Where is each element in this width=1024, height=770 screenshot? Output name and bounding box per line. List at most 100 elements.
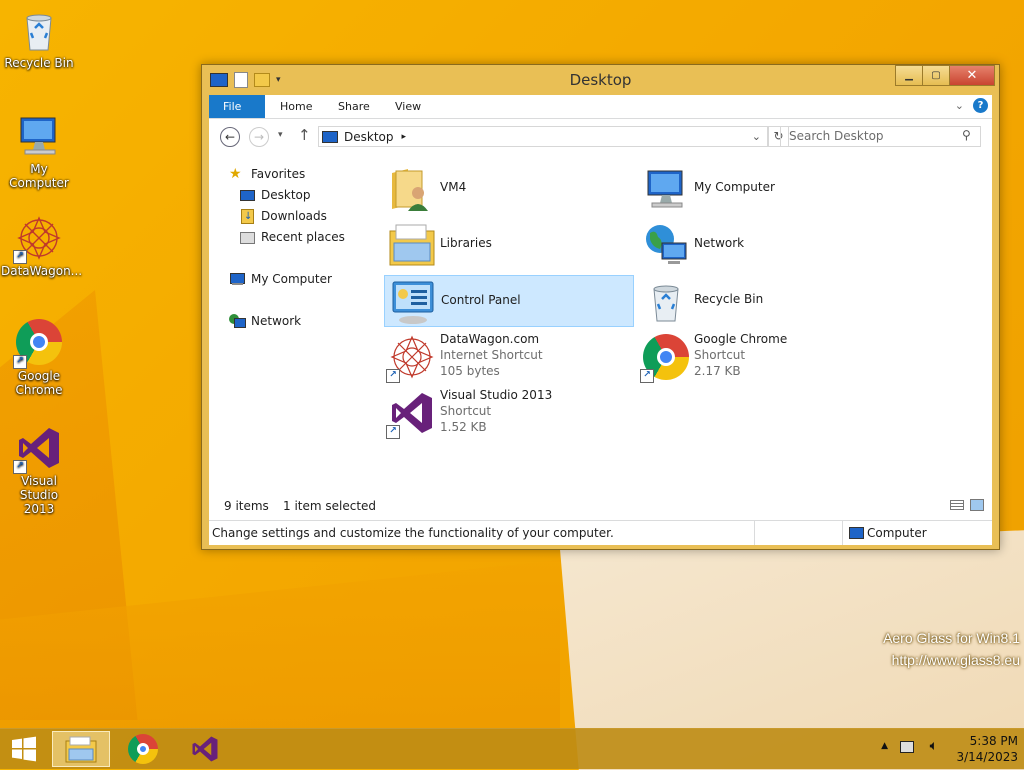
address-bar[interactable]: Desktop ▸ ⌄: [318, 126, 768, 147]
nav-network[interactable]: Network: [229, 314, 301, 328]
close-button[interactable]: ✕: [949, 65, 995, 86]
chrome-icon: ↗: [640, 333, 690, 383]
item-name: My Computer: [694, 180, 775, 194]
nav-label: Desktop: [261, 188, 311, 202]
selection-count: 1 item selected: [283, 499, 377, 513]
taskbar-chrome[interactable]: [114, 731, 172, 767]
list-item-libraries[interactable]: Libraries: [384, 219, 634, 271]
shortcut-arrow-icon: ↗: [386, 425, 400, 439]
user-folder-icon: [388, 165, 436, 213]
recent-locations-icon[interactable]: ▾: [278, 130, 283, 140]
nav-label: Network: [251, 314, 302, 328]
item-size: 1.52 KB: [440, 420, 487, 434]
window-title: Desktop: [569, 71, 632, 89]
list-item-datawagon[interactable]: ↗ DataWagon.com Internet Shortcut 105 by…: [384, 331, 634, 383]
clock[interactable]: 5:38 PM 3/14/2023: [948, 733, 1018, 765]
clock-time: 5:38 PM: [969, 734, 1018, 748]
start-button[interactable]: [0, 731, 48, 767]
visual-studio-icon: ↗: [386, 389, 436, 439]
list-item-recycle-bin[interactable]: Recycle Bin: [638, 275, 888, 327]
info-description: Change settings and customize the functi…: [212, 526, 614, 540]
up-arrow-icon[interactable]: ↑: [298, 126, 311, 144]
nav-label: Downloads: [261, 209, 327, 223]
taskbar-file-explorer[interactable]: [52, 731, 110, 767]
visual-studio-icon: ↗: [13, 424, 63, 474]
navigation-pane: ★ Favorites Desktop ↓ Downloads Recent p…: [209, 153, 369, 493]
list-item-visual-studio[interactable]: ↗ Visual Studio 2013 Shortcut 1.52 KB: [384, 387, 634, 439]
expand-ribbon-icon[interactable]: ⌄: [955, 99, 964, 112]
nav-my-computer[interactable]: My Computer: [229, 272, 332, 286]
maximize-button[interactable]: ▢: [922, 65, 950, 86]
address-dropdown-icon[interactable]: ⌄: [752, 130, 761, 143]
window-client: File Home Share View ⌄ ? ← → ▾ ↑ Desktop…: [209, 95, 992, 545]
desktop-icon-label: Visual Studio 2013: [19, 474, 59, 516]
recent-places-icon: [239, 230, 255, 244]
volume-icon[interactable]: 🔈︎: [930, 738, 938, 754]
desktop-icon-chrome[interactable]: ↗ Google Chrome: [1, 318, 77, 397]
desktop-icon-visual-studio[interactable]: ↗ Visual Studio 2013: [1, 424, 77, 516]
desktop-icon-recycle-bin[interactable]: Recycle Bin: [1, 6, 77, 70]
network-icon: [229, 314, 246, 328]
large-icons-view-icon[interactable]: [970, 499, 984, 511]
back-button[interactable]: ←: [220, 127, 240, 147]
shortcut-arrow-icon: ↗: [13, 250, 27, 264]
taskbar-visual-studio[interactable]: [176, 731, 234, 767]
network-tray-icon[interactable]: [900, 741, 914, 753]
minimize-icon: ▁: [905, 70, 913, 81]
ribbon: File Home Share View ⌄ ?: [209, 95, 992, 119]
item-size: 105 bytes: [440, 364, 500, 378]
tab-view[interactable]: View: [381, 95, 435, 118]
desktop-location-icon: [322, 130, 338, 143]
item-name: Control Panel: [441, 293, 521, 307]
address-row: ← → ▾ ↑ Desktop ▸ ⌄ ↻ Search Desktop ⚲: [209, 119, 992, 153]
desktop-icon-my-computer[interactable]: My Computer: [1, 112, 77, 190]
list-item-google-chrome[interactable]: ↗ Google Chrome Shortcut 2.17 KB: [638, 331, 888, 383]
forward-button[interactable]: →: [249, 127, 269, 147]
chrome-icon: ↗: [13, 319, 63, 369]
list-item-my-computer[interactable]: My Computer: [638, 163, 888, 215]
visual-studio-icon: [192, 736, 218, 762]
title-bar[interactable]: ▾ Desktop ▁ ▢ ✕: [202, 65, 999, 95]
nav-downloads[interactable]: ↓ Downloads: [239, 209, 327, 224]
watermark-line1: Aero Glass for Win8.1: [883, 630, 1020, 646]
item-name: VM4: [440, 180, 467, 194]
windows-logo-icon: [12, 736, 36, 762]
nav-desktop[interactable]: Desktop: [239, 188, 311, 202]
chrome-icon: [128, 734, 158, 764]
tab-share[interactable]: Share: [324, 95, 384, 118]
list-item-control-panel[interactable]: Control Panel: [384, 275, 634, 327]
nav-recent-places[interactable]: Recent places: [239, 230, 345, 244]
back-arrow-icon: ←: [224, 130, 236, 144]
search-icon[interactable]: ⚲: [962, 128, 971, 142]
search-input[interactable]: Search Desktop: [780, 126, 981, 147]
desktop-icon-datawagon[interactable]: ↗ DataWagon...: [1, 214, 82, 278]
computer-icon: [229, 272, 245, 286]
computer-small-icon: [849, 527, 864, 539]
breadcrumb-chevron-icon[interactable]: ▸: [402, 132, 407, 142]
desktop-icon-label: Google Chrome: [15, 369, 63, 397]
file-explorer-icon: [65, 736, 97, 763]
desktop-icon: [239, 188, 255, 202]
address-location[interactable]: Desktop: [344, 130, 394, 144]
shortcut-arrow-icon: ↗: [386, 369, 400, 383]
shortcut-arrow-icon: ↗: [640, 369, 654, 383]
info-location: Computer: [867, 526, 927, 540]
recycle-bin-icon: [15, 6, 63, 54]
nav-favorites[interactable]: ★ Favorites: [229, 167, 305, 181]
minimize-button[interactable]: ▁: [895, 65, 923, 86]
datawagon-icon: ↗: [13, 214, 63, 264]
item-type: Shortcut: [694, 348, 746, 362]
item-name: DataWagon.com: [440, 332, 540, 346]
help-icon[interactable]: ?: [973, 98, 988, 113]
details-view-icon[interactable]: [950, 500, 964, 510]
libraries-icon: [388, 221, 436, 269]
list-item-vm4[interactable]: VM4: [384, 163, 634, 215]
nav-label: My Computer: [251, 272, 332, 286]
datawagon-icon: ↗: [386, 333, 436, 383]
show-hidden-icons-icon[interactable]: ▲: [881, 741, 888, 751]
item-name: Visual Studio 2013: [440, 388, 553, 402]
nav-label: Favorites: [251, 167, 306, 181]
tab-home[interactable]: Home: [266, 95, 326, 118]
tab-file[interactable]: File: [209, 95, 265, 118]
list-item-network[interactable]: Network: [638, 219, 888, 271]
